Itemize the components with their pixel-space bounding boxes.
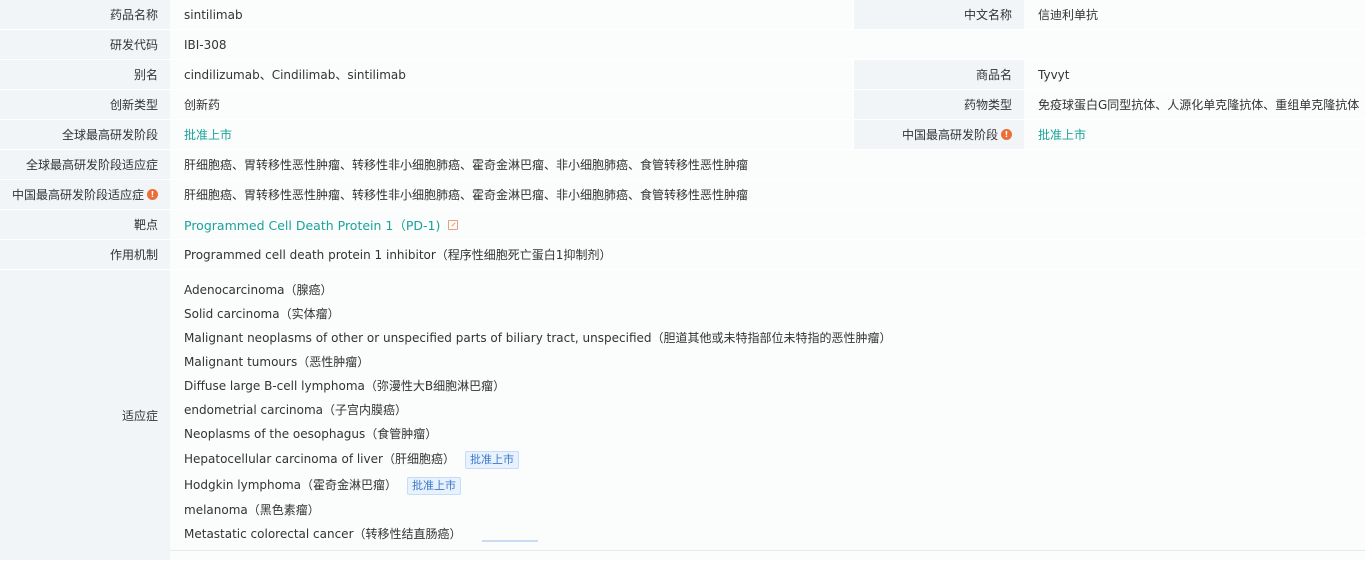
list-item: Malignant tumours（恶性肿瘤） [184, 355, 370, 369]
global-phase-link[interactable]: 批准上市 [184, 126, 232, 143]
label-indications: 适应症 [0, 270, 170, 560]
list-item: Adenocarcinoma（腺癌） [184, 283, 333, 297]
value-alias: cindilizumab、Cindilimab、sintilimab [170, 60, 852, 89]
list-item: endometrial carcinoma（子宫内膜癌） [184, 403, 408, 417]
list-item: Metastatic colorectal cancer（转移性结直肠癌） [184, 527, 462, 541]
status-badge: 批准上市 [464, 450, 519, 469]
info-icon[interactable]: ! [147, 189, 158, 200]
external-link-icon[interactable] [448, 219, 459, 230]
value-trade-name: Tyvyt [1024, 60, 1365, 89]
label-chinese-name: 中文名称 [854, 0, 1024, 29]
row-china-phase-indication: 中国最高研发阶段适应症 ! 肝细胞癌、胃转移性恶性肿瘤、转移性非小细胞肺癌、霍奇… [0, 180, 1365, 210]
label-trade-name: 商品名 [854, 60, 1024, 89]
value-chinese-name: 信迪利单抗 [1024, 0, 1365, 29]
list-item: Solid carcinoma（实体瘤） [184, 307, 340, 321]
value-innovation-type: 创新药 [170, 90, 852, 119]
target-link[interactable]: Programmed Cell Death Protein 1（PD-1) [184, 215, 440, 234]
row-innovation-type: 创新类型 创新药 药物类型 免疫球蛋白G同型抗体、人源化单克隆抗体、重组单克隆抗… [0, 90, 1365, 120]
status-badge: 批准上市 [407, 476, 462, 495]
label-global-phase: 全球最高研发阶段 [0, 120, 170, 149]
label-drug-type: 药物类型 [854, 90, 1024, 119]
value-target: Programmed Cell Death Protein 1（PD-1) [170, 210, 1365, 239]
value-drug-type: 免疫球蛋白G同型抗体、人源化单克隆抗体、重组单克隆抗体 [1024, 90, 1365, 119]
row-mechanism: 作用机制 Programmed cell death protein 1 inh… [0, 240, 1365, 270]
value-drug-name: sintilimab [170, 0, 852, 29]
row-drug-name: 药品名称 sintilimab 中文名称 信迪利单抗 [0, 0, 1365, 30]
row-dev-code: 研发代码 IBI-308 [0, 30, 1365, 60]
row-alias: 别名 cindilizumab、Cindilimab、sintilimab 商品… [0, 60, 1365, 90]
scroll-indicator[interactable] [482, 540, 538, 542]
row-target: 靶点 Programmed Cell Death Protein 1（PD-1) [0, 210, 1365, 240]
label-target: 靶点 [0, 210, 170, 239]
divider [170, 550, 1365, 551]
row-indications: 适应症 Adenocarcinoma（腺癌） Solid carcinoma（实… [0, 270, 1365, 560]
list-item: Neoplasms of the oesophagus（食管肿瘤） [184, 427, 438, 441]
value-global-phase-indication: 肝细胞癌、胃转移性恶性肿瘤、转移性非小细胞肺癌、霍奇金淋巴瘤、非小细胞肺癌、食管… [170, 150, 1365, 179]
indication-list: Adenocarcinoma（腺癌） Solid carcinoma（实体瘤） … [170, 270, 1365, 560]
list-item: melanoma（黑色素瘤） [184, 503, 320, 517]
value-global-phase: 批准上市 [170, 120, 852, 149]
list-item: Hepatocellular carcinoma of liver（肝细胞癌）批… [184, 446, 1365, 472]
label-global-phase-indication: 全球最高研发阶段适应症 [0, 150, 170, 179]
info-icon[interactable]: ! [1001, 129, 1012, 140]
label-mechanism: 作用机制 [0, 240, 170, 269]
row-highest-phase: 全球最高研发阶段 批准上市 中国最高研发阶段 ! 批准上市 [0, 120, 1365, 150]
drug-detail-table: 药品名称 sintilimab 中文名称 信迪利单抗 研发代码 IBI-308 … [0, 0, 1365, 560]
label-drug-name: 药品名称 [0, 0, 170, 29]
value-dev-code: IBI-308 [170, 30, 1365, 59]
row-global-phase-indication: 全球最高研发阶段适应症 肝细胞癌、胃转移性恶性肿瘤、转移性非小细胞肺癌、霍奇金淋… [0, 150, 1365, 180]
value-china-phase-indication: 肝细胞癌、胃转移性恶性肿瘤、转移性非小细胞肺癌、霍奇金淋巴瘤、非小细胞肺癌、食管… [170, 180, 1365, 209]
list-item: Hodgkin lymphoma（霍奇金淋巴瘤） 批准上市 [184, 472, 1365, 498]
list-item: Malignant neoplasms of other or unspecif… [184, 331, 892, 345]
label-dev-code: 研发代码 [0, 30, 170, 59]
value-mechanism: Programmed cell death protein 1 inhibito… [170, 240, 1365, 269]
value-china-phase: 批准上市 [1024, 120, 1365, 149]
label-china-phase-indication: 中国最高研发阶段适应症 ! [0, 180, 170, 209]
label-innovation-type: 创新类型 [0, 90, 170, 119]
label-alias: 别名 [0, 60, 170, 89]
list-item: Diffuse large B-cell lymphoma（弥漫性大B细胞淋巴瘤… [184, 379, 506, 393]
label-china-phase: 中国最高研发阶段 ! [854, 120, 1024, 149]
china-phase-link[interactable]: 批准上市 [1038, 126, 1086, 143]
